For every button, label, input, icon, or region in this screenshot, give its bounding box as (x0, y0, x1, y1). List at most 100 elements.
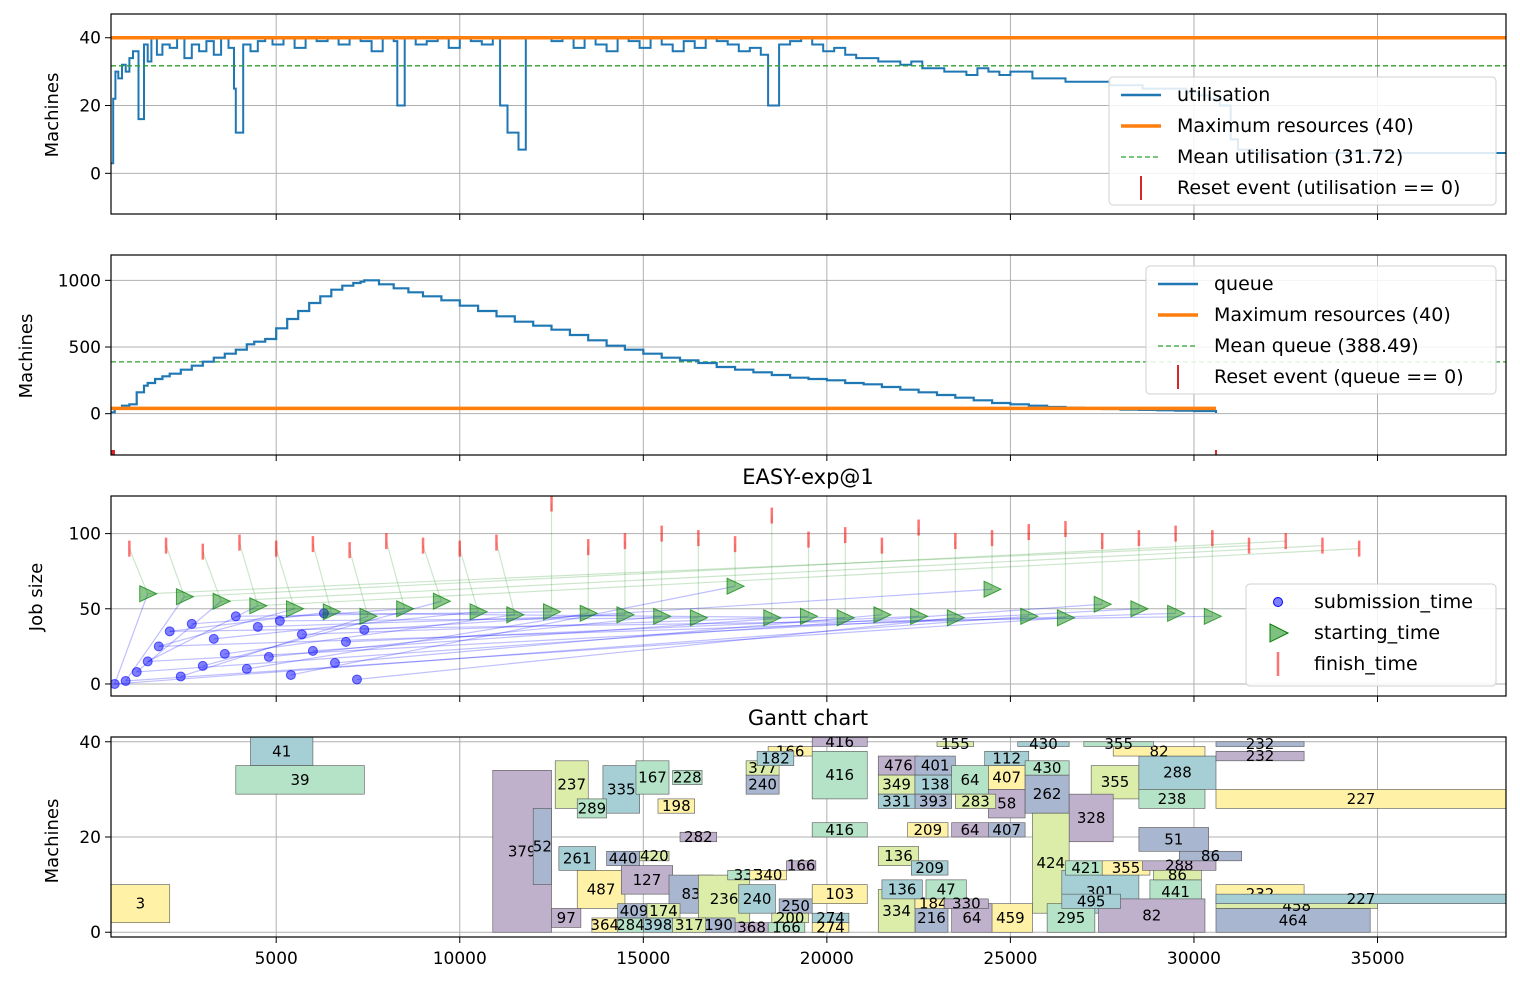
gantt-job: 166 (786, 857, 817, 875)
gantt-job-label: 174 (649, 902, 678, 920)
gantt-job: 209 (907, 821, 949, 839)
y-tick-label: 0 (90, 405, 101, 425)
gantt-job: 416 (811, 750, 868, 800)
utilisation-y-axis-label: Machines (42, 73, 63, 158)
submission-point (186, 618, 197, 629)
gantt-job-label: 274 (816, 918, 845, 936)
job-size-panel: EASY-exp@1 Job size 0 50 100 submission_tim… (26, 465, 1507, 702)
gantt-job-label: 51 (1164, 830, 1183, 848)
gantt-job: 368 (734, 918, 769, 936)
gantt-job: 430 (1017, 737, 1070, 753)
submission-point (307, 645, 318, 656)
gantt-job: 228 (672, 768, 703, 786)
gantt-job-label: 240 (743, 890, 772, 908)
gantt-job-label: 82 (1142, 907, 1161, 925)
legend-label: utilisation (1177, 84, 1270, 106)
queue-panel: Machines 0 500 1000 queue Maximum resources … (16, 254, 1507, 461)
gantt-job: 416 (811, 821, 868, 839)
figure: Machines 0 20 40 utilisation Maximum resourc… (16, 13, 1507, 969)
y-tick-label: 40 (79, 29, 101, 49)
gantt-job-label: 41 (272, 742, 291, 760)
submission-point (241, 663, 252, 674)
gantt-job: 393 (914, 792, 952, 810)
gantt-job-label: 198 (662, 797, 691, 815)
gantt-job: 420 (639, 847, 670, 865)
y-tick-label: 500 (69, 338, 101, 358)
gantt-job: 127 (620, 865, 673, 895)
gantt-job-label: 184 (919, 895, 948, 913)
gantt-job-label: 262 (1033, 785, 1062, 803)
gantt-job: 440 (606, 849, 640, 867)
gantt-job: 138 (914, 774, 956, 795)
gantt-job-label: 190 (704, 916, 733, 934)
gantt-job: 166 (767, 918, 806, 936)
gantt-job-label: 288 (1163, 764, 1192, 782)
gantt-job-label: 228 (673, 768, 702, 786)
gantt-job-label: 355 (1101, 773, 1130, 791)
gantt-job-label: 330 (952, 895, 981, 913)
gantt-job-label: 58 (997, 795, 1016, 813)
submission-point (359, 624, 370, 635)
submission-point (230, 611, 241, 622)
starting-point (212, 592, 232, 611)
gantt-job: 409 (617, 902, 651, 920)
gantt-job-label: 103 (825, 885, 854, 903)
legend: submission_time starting_time finish_time (1245, 583, 1497, 687)
gantt-job-label: 86 (1201, 847, 1220, 865)
submission-point (296, 629, 307, 640)
gantt-job-label: 282 (684, 828, 713, 846)
x-tick-label: 20000 (800, 949, 854, 969)
gantt-job: 167 (635, 760, 670, 795)
gantt-job-label: 364 (590, 916, 619, 934)
gantt-job-label: 289 (578, 799, 607, 817)
y-tick-label: 0 (90, 675, 101, 695)
gantt-job: 240 (745, 774, 780, 795)
gantt-job: 401 (914, 755, 956, 776)
gantt-job: 209 (910, 859, 949, 877)
gantt-job: 174 (646, 902, 681, 920)
legend-label: Reset event (utilisation == 0) (1177, 177, 1460, 199)
legend-label: Maximum resources (40) (1214, 304, 1451, 326)
gantt-job-label: 64 (960, 771, 979, 789)
gantt-job-label: 421 (1071, 859, 1100, 877)
run-link (165, 545, 185, 597)
legend-item: Reset event (queue == 0) (1177, 365, 1464, 389)
gantt-job-label: 136 (884, 847, 913, 865)
submission-point (340, 636, 351, 647)
queue-y-axis-label: Machines (16, 314, 37, 399)
gantt-job-label: 317 (675, 916, 704, 934)
gantt-job: 331 (877, 792, 916, 810)
gantt-job: 487 (576, 870, 626, 909)
gantt-job: 262 (1024, 774, 1070, 814)
gantt-job-label: 238 (1158, 790, 1187, 808)
y-tick-label: 0 (90, 923, 101, 943)
gantt-job: 97 (551, 908, 582, 928)
legend: utilisation Maximum resources (40) Mean ut… (1108, 76, 1497, 206)
submission-point (131, 666, 142, 677)
gantt-job-label: 349 (882, 776, 911, 794)
gantt-job-label: 407 (992, 768, 1021, 786)
gantt-job-label: 209 (915, 859, 944, 877)
gantt-job-label: 393 (919, 792, 948, 810)
gantt-job: 407 (988, 821, 1026, 839)
run-link (349, 549, 369, 617)
gantt-job: 41 (250, 737, 314, 766)
plot-area (111, 496, 1361, 689)
gantt-job-label: 295 (1057, 909, 1086, 927)
submission-point (285, 669, 296, 680)
gantt-job: 64 (951, 821, 989, 839)
gantt-job: 349 (877, 774, 916, 795)
legend-label: Mean utilisation (31.72) (1177, 146, 1403, 168)
gantt-job-label: 167 (638, 768, 667, 786)
legend-label: Mean queue (388.49) (1214, 335, 1419, 357)
gantt-job-label: 232 (1246, 735, 1275, 753)
gantt-job-label: 440 (609, 849, 638, 867)
gantt-job-label: 355 (1112, 859, 1141, 877)
gantt-job: 232 (1215, 735, 1305, 753)
gantt-job-label: 441 (1161, 883, 1190, 901)
gantt-job: 190 (701, 916, 736, 934)
gantt-job-label: 355 (1104, 735, 1133, 753)
submission-point (197, 660, 208, 671)
gantt-job: 155 (936, 737, 974, 753)
gantt-job: 407 (988, 765, 1026, 790)
